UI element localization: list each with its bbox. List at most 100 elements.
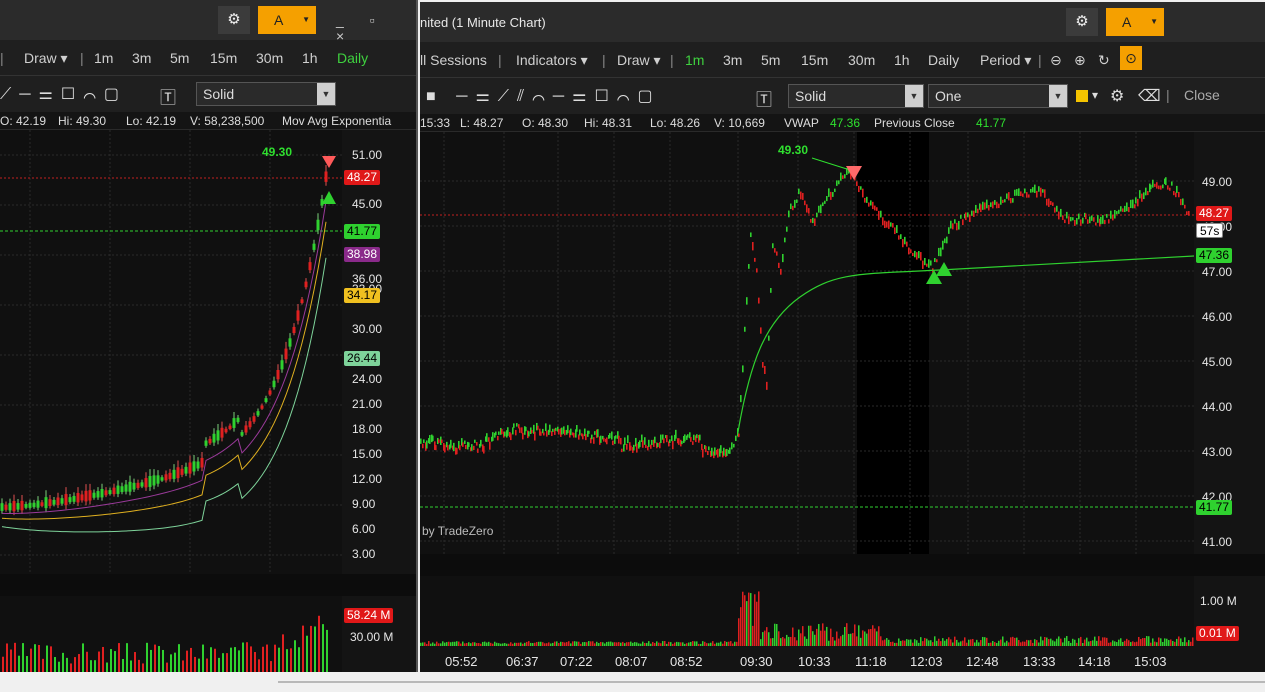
candle-body xyxy=(764,365,766,374)
tf-30m[interactable]: 30m xyxy=(848,52,875,68)
candle-body xyxy=(1097,215,1099,223)
indicators-menu[interactable]: Indicators ▾ xyxy=(516,52,588,69)
candle-body xyxy=(729,447,731,454)
line-style-select[interactable]: Solid ▼ xyxy=(196,82,336,106)
account-dropdown[interactable]: A ▼ xyxy=(258,6,316,34)
candle-body xyxy=(1152,179,1154,188)
tf-5m[interactable]: 5m xyxy=(170,50,189,66)
reset-zoom-icon[interactable]: ↻ xyxy=(1098,52,1110,69)
zoom-out-icon[interactable]: ⊖ xyxy=(1050,52,1062,69)
volume-bar xyxy=(762,632,764,646)
eraser-icon[interactable]: ⌫ xyxy=(1138,86,1169,106)
candle-body xyxy=(609,433,611,439)
left-volume-plot[interactable] xyxy=(0,596,342,672)
candle-body xyxy=(537,425,539,430)
daily-chart-window: ⚙ A ▼ _ ▫ × | Draw ▾ | 1m 3m 5m 15m 30m 1… xyxy=(0,0,418,672)
candle-body xyxy=(1056,205,1058,212)
candle-body xyxy=(1024,188,1026,194)
volume-bar xyxy=(780,638,782,646)
candle-body xyxy=(681,441,683,445)
candle-body xyxy=(1143,192,1145,200)
left-price-plot[interactable]: 49.30 xyxy=(0,130,342,574)
volume-bar xyxy=(234,647,236,672)
tf-daily[interactable]: Daily xyxy=(928,52,959,68)
candle-body xyxy=(152,475,156,486)
tf-1h[interactable]: 1h xyxy=(302,50,318,66)
line-width-select[interactable]: One ▼ xyxy=(928,84,1068,108)
drawing-tools-icons[interactable]: ⟋─⚌☐⌒▢ xyxy=(0,84,127,104)
candle-body xyxy=(8,503,12,511)
right-price-plot[interactable]: 49.30 by TradeZero xyxy=(420,132,1195,554)
candle-body xyxy=(528,431,530,437)
text-tool-icon[interactable]: 🅃 xyxy=(756,86,780,110)
color-swatch[interactable] xyxy=(1076,90,1088,102)
tf-3m[interactable]: 3m xyxy=(132,50,151,66)
tf-1h[interactable]: 1h xyxy=(894,52,910,68)
horizontal-scrollbar[interactable] xyxy=(278,681,1265,683)
tf-5m[interactable]: 5m xyxy=(761,52,780,68)
info-last: L: 48.27 xyxy=(460,116,504,130)
tf-15m[interactable]: 15m xyxy=(210,50,237,66)
candle-body xyxy=(860,186,862,190)
gear-icon[interactable]: ⚙ xyxy=(1066,8,1098,36)
volume-bar xyxy=(906,639,908,646)
candle-body xyxy=(260,405,264,409)
candle-body xyxy=(1068,216,1070,225)
tf-daily[interactable]: Daily xyxy=(337,50,368,66)
high-label-leader xyxy=(811,157,851,171)
drawing-tools-icons[interactable]: ■ ─⚌⟋⫽⌒─⚌☐⌒▢ xyxy=(426,86,661,106)
tf-15m[interactable]: 15m xyxy=(801,52,828,68)
volume-bar xyxy=(1072,638,1074,646)
candle-body xyxy=(176,467,180,479)
volume-bar xyxy=(758,591,760,646)
gear-icon[interactable]: ⚙ xyxy=(218,6,250,34)
tf-3m[interactable]: 3m xyxy=(723,52,742,68)
candle-body xyxy=(918,251,920,259)
line-style-select[interactable]: Solid ▼ xyxy=(788,84,924,108)
volume-bar xyxy=(222,653,224,672)
candle-body xyxy=(549,424,551,433)
volume-bar xyxy=(1046,637,1048,646)
info-high: Hi: 49.30 xyxy=(58,114,107,128)
volume-bar xyxy=(872,625,874,646)
text-tool-icon[interactable]: 🅃 xyxy=(160,84,184,108)
zoom-in-icon[interactable]: ⊕ xyxy=(1074,52,1086,69)
volume-bar xyxy=(206,658,208,672)
candle-body xyxy=(965,212,967,221)
ema-line-3 xyxy=(1,257,327,533)
color-dropdown-icon[interactable]: ▾ xyxy=(1092,88,1106,102)
period-menu[interactable]: Period ▾ xyxy=(980,52,1031,69)
right-volume-plot[interactable] xyxy=(420,576,1194,646)
draw-menu[interactable]: Draw ▾ xyxy=(24,50,68,67)
candle-body xyxy=(52,499,56,505)
candle-body xyxy=(744,326,746,332)
volume-bar xyxy=(1166,638,1168,646)
volume-bar xyxy=(318,615,320,672)
volume-bar xyxy=(150,649,152,672)
candle-body xyxy=(531,429,533,434)
candle-body xyxy=(663,438,665,444)
right-drawing-toolbar: ■ ─⚌⟋⫽⌒─⚌☐⌒▢ 🅃 Solid ▼ One ▼ ▾ ⚙ ⌫ | Close xyxy=(420,78,1265,114)
volume-bar xyxy=(766,627,768,646)
volume-bar xyxy=(1104,637,1106,646)
settings-icon[interactable]: ⚙ xyxy=(1110,86,1132,106)
time-tick-label: 12:48 xyxy=(966,654,999,669)
candle-body xyxy=(501,428,503,435)
buy-marker-icon xyxy=(322,191,336,204)
candle-body xyxy=(188,462,192,474)
tf-1m[interactable]: 1m xyxy=(94,50,113,66)
tf-1m[interactable]: 1m xyxy=(685,52,704,68)
close-drawings-button[interactable]: Close xyxy=(1184,87,1220,103)
draw-menu[interactable]: Draw ▾ xyxy=(617,52,661,69)
account-dropdown[interactable]: A ▼ xyxy=(1106,8,1164,36)
volume-bar xyxy=(162,649,164,672)
candle-body xyxy=(476,442,478,446)
candle-body xyxy=(1134,204,1136,209)
volume-bar xyxy=(94,660,96,672)
auto-scale-icon[interactable]: ⊙ xyxy=(1120,46,1142,70)
candle-body xyxy=(28,502,32,508)
volume-bar xyxy=(186,650,188,672)
candle-body xyxy=(160,477,164,481)
sessions-menu[interactable]: ll Sessions xyxy=(420,52,487,68)
tf-30m[interactable]: 30m xyxy=(256,50,283,66)
